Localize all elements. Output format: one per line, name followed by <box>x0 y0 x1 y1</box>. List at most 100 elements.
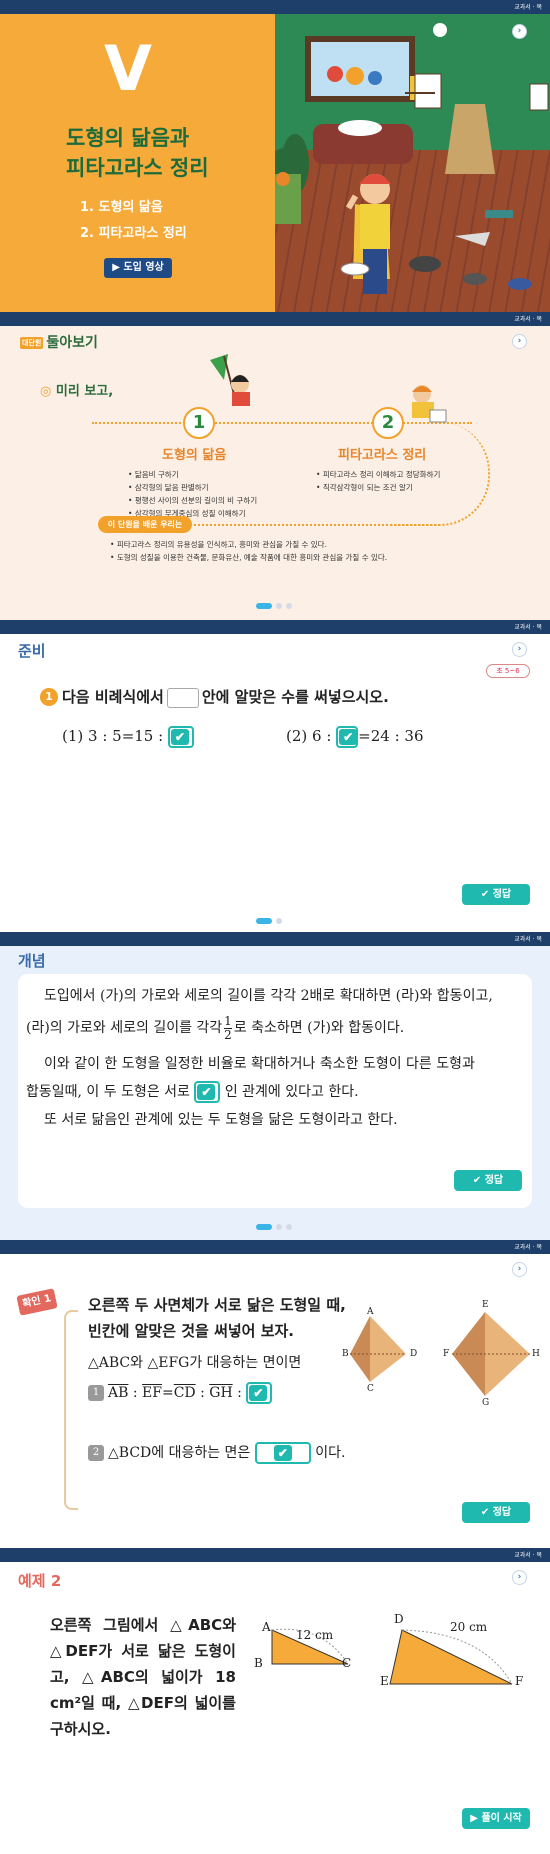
vertex-a: A <box>262 1620 271 1634</box>
vertex-a: A <box>367 1307 374 1317</box>
list-item: 도형의 성질을 이용한 건축물, 문화유산, 예술 작품에 대한 흥미와 관심을… <box>110 551 387 564</box>
para-text: 합동일때, 이 두 도형은 서로 <box>26 1084 190 1100</box>
vertex-h: H <box>532 1349 540 1359</box>
next-icon[interactable]: › <box>512 1570 527 1585</box>
answer-checkbox[interactable]: ✔ <box>167 726 194 748</box>
para-text: (라)의 가로와 세로의 길이를 각각 <box>26 1020 223 1036</box>
question-text-after: 안에 알맞은 수를 써넣으시오. <box>201 688 389 706</box>
top-menu[interactable]: 교과서 · 목 <box>514 622 542 631</box>
check-tag: 확인 1 <box>16 1288 58 1316</box>
segment-cd: CD <box>173 1385 196 1401</box>
vertex-c: C <box>342 1656 352 1670</box>
fraction: 12 <box>224 1014 232 1042</box>
line-text: 이다. <box>315 1445 346 1461</box>
next-icon[interactable]: › <box>512 334 527 349</box>
list-item: 삼각형의 닮음 판별하기 <box>128 481 257 494</box>
pagination[interactable] <box>256 910 286 929</box>
answer-checkbox[interactable]: ✔ <box>194 1081 221 1103</box>
section-2-list: 피타고라스 정리 이해하고 정당화하기 직각삼각형이 되는 조건 알기 <box>316 468 441 494</box>
example-question: 오른쪽 그림에서 △ABC와 △DEF가 서로 닮은 도형이고, △ABC의 넓… <box>50 1616 236 1738</box>
list-item: 닮음비 구하기 <box>128 468 257 481</box>
path-line-bottom <box>190 524 440 526</box>
page-dot[interactable] <box>256 602 272 609</box>
answer-checkbox[interactable]: ✔ <box>336 726 359 748</box>
student-writing-illustration <box>412 385 447 423</box>
problem-2-text: (2) 6 : <box>286 727 332 745</box>
question-number: 1 <box>40 688 58 706</box>
problem-1-text: (1) 3 : 5=15 : <box>62 727 164 745</box>
chapter-item-1[interactable]: 1. 도형의 닮음 <box>80 196 163 215</box>
problem-1: (1) 3 : 5=15 : ✔ <box>62 726 194 748</box>
item-number: 2 <box>88 1445 104 1461</box>
bracket-decoration <box>64 1310 78 1510</box>
page-dot[interactable] <box>256 1223 272 1230</box>
learned-tag: 이 단원을 배운 우리는 <box>98 516 192 533</box>
top-menu[interactable]: 교과서 · 목 <box>514 2 542 11</box>
item-number: 1 <box>88 1385 104 1401</box>
vertex-f: F <box>443 1349 450 1359</box>
pagination[interactable] <box>256 1216 296 1235</box>
fraction-denominator: 2 <box>224 1027 232 1042</box>
page-dot[interactable] <box>256 917 272 924</box>
next-icon[interactable]: › <box>512 1262 527 1277</box>
slide-header: 개념 <box>18 952 46 970</box>
page-dot[interactable] <box>276 917 282 924</box>
preview-label: ◎ 미리 보고, <box>40 380 113 399</box>
answer-checkbox[interactable]: ✔ <box>254 1442 311 1464</box>
segment-ab: AB <box>108 1385 129 1401</box>
next-icon[interactable]: › <box>512 642 527 657</box>
room-illustration <box>275 23 549 294</box>
slide-concept: 교과서 · 목 개념 도입에서 (가)의 가로와 세로의 길이를 각각 2배로 … <box>0 932 550 1240</box>
header-badge: 대단원 <box>20 337 44 349</box>
pagination[interactable] <box>256 595 296 614</box>
top-menu[interactable]: 교과서 · 목 <box>514 934 542 943</box>
vertex-e: E <box>482 1300 489 1310</box>
segment-gh: GH <box>209 1385 233 1401</box>
slide-check: 교과서 · 목 › 확인 1 오른쪽 두 사면체가 서로 닮은 도형일 때, 빈… <box>0 1240 550 1548</box>
slide-chapter-cover: 교과서 · 목 › V 도형의 닮음과 피타고라스 정리 1. 도형의 닮음 2… <box>0 0 550 312</box>
segment-ef: EF <box>142 1385 162 1401</box>
check-line-1: △ABC와 △EFG가 대응하는 면이면 <box>88 1355 302 1371</box>
length-ac: 12 cm <box>296 1628 334 1642</box>
vertex-d: D <box>410 1349 418 1359</box>
next-icon[interactable]: › <box>512 24 527 39</box>
slide-header: 준비 <box>18 642 46 660</box>
search-icon: ◎ <box>40 384 52 399</box>
chapter-item-2[interactable]: 2. 피타고라스 정리 <box>80 222 187 241</box>
page-dot[interactable] <box>276 1223 282 1230</box>
top-menu[interactable]: 교과서 · 목 <box>514 1242 542 1251</box>
question-text-before: 다음 비례식에서 <box>62 688 164 706</box>
top-bar: 교과서 · 목 <box>0 932 550 946</box>
slide-example: 교과서 · 목 예제 2 › 오른쪽 그림에서 △ABC와 △DEF가 서로 닮… <box>0 1548 550 1854</box>
concept-card: 도입에서 (가)의 가로와 세로의 길이를 각각 2배로 확대하면 (라)와 합… <box>18 974 532 1208</box>
preview-header: 대단원 둘아보기 <box>20 332 98 352</box>
header-title: 둘아보기 <box>46 335 98 351</box>
question: 1 다음 비례식에서 안에 알맞은 수를 써넣으시오. <box>40 686 389 708</box>
list-item: 직각삼각형이 되는 조건 알기 <box>316 481 440 494</box>
blank-box-icon <box>166 687 199 708</box>
chapter-title-line1: 도형의 닮음과 <box>66 126 190 150</box>
intro-video-button[interactable]: ▶ 도입 영상 <box>104 258 172 278</box>
answer-checkbox[interactable]: ✔ <box>246 1382 273 1404</box>
list-item: 피타고라스 정리의 유용성을 인식하고, 흥미와 관심을 가질 수 있다. <box>110 538 387 551</box>
check-line-2: 1 AB : EF=CD : GH : ✔ <box>88 1382 273 1404</box>
answer-button[interactable]: ✔ 정답 <box>462 884 530 905</box>
page-dot[interactable] <box>276 602 282 609</box>
para-text: 로 축소하면 (가)와 합동이다. <box>233 1020 405 1036</box>
vertex-d: D <box>394 1612 404 1626</box>
page-dot[interactable] <box>286 602 292 609</box>
top-bar: 교과서 · 목 <box>0 312 550 326</box>
answer-button[interactable]: ✔ 정답 <box>454 1170 522 1191</box>
top-menu[interactable]: 교과서 · 목 <box>514 1550 542 1559</box>
top-menu[interactable]: 교과서 · 목 <box>514 314 542 323</box>
page-dot[interactable] <box>286 1223 292 1230</box>
answer-button[interactable]: ✔ 정답 <box>462 1502 530 1523</box>
vertex-b: B <box>254 1656 263 1670</box>
solution-start-button[interactable]: ▶ 풀이 시작 <box>462 1808 530 1829</box>
top-bar: 교과서 · 목 <box>0 1240 550 1254</box>
problem-2-text-after: =24 : 36 <box>358 727 424 745</box>
para-text: 인 관계에 있다고 한다. <box>224 1084 359 1100</box>
top-bar: 교과서 · 목 <box>0 0 550 14</box>
slide-preview: 교과서 · 목 › 대단원 둘아보기 ◎ 미리 보고, 1 2 도형의 닮음 피타… <box>0 312 550 620</box>
section-1-number: 1 <box>183 407 215 439</box>
